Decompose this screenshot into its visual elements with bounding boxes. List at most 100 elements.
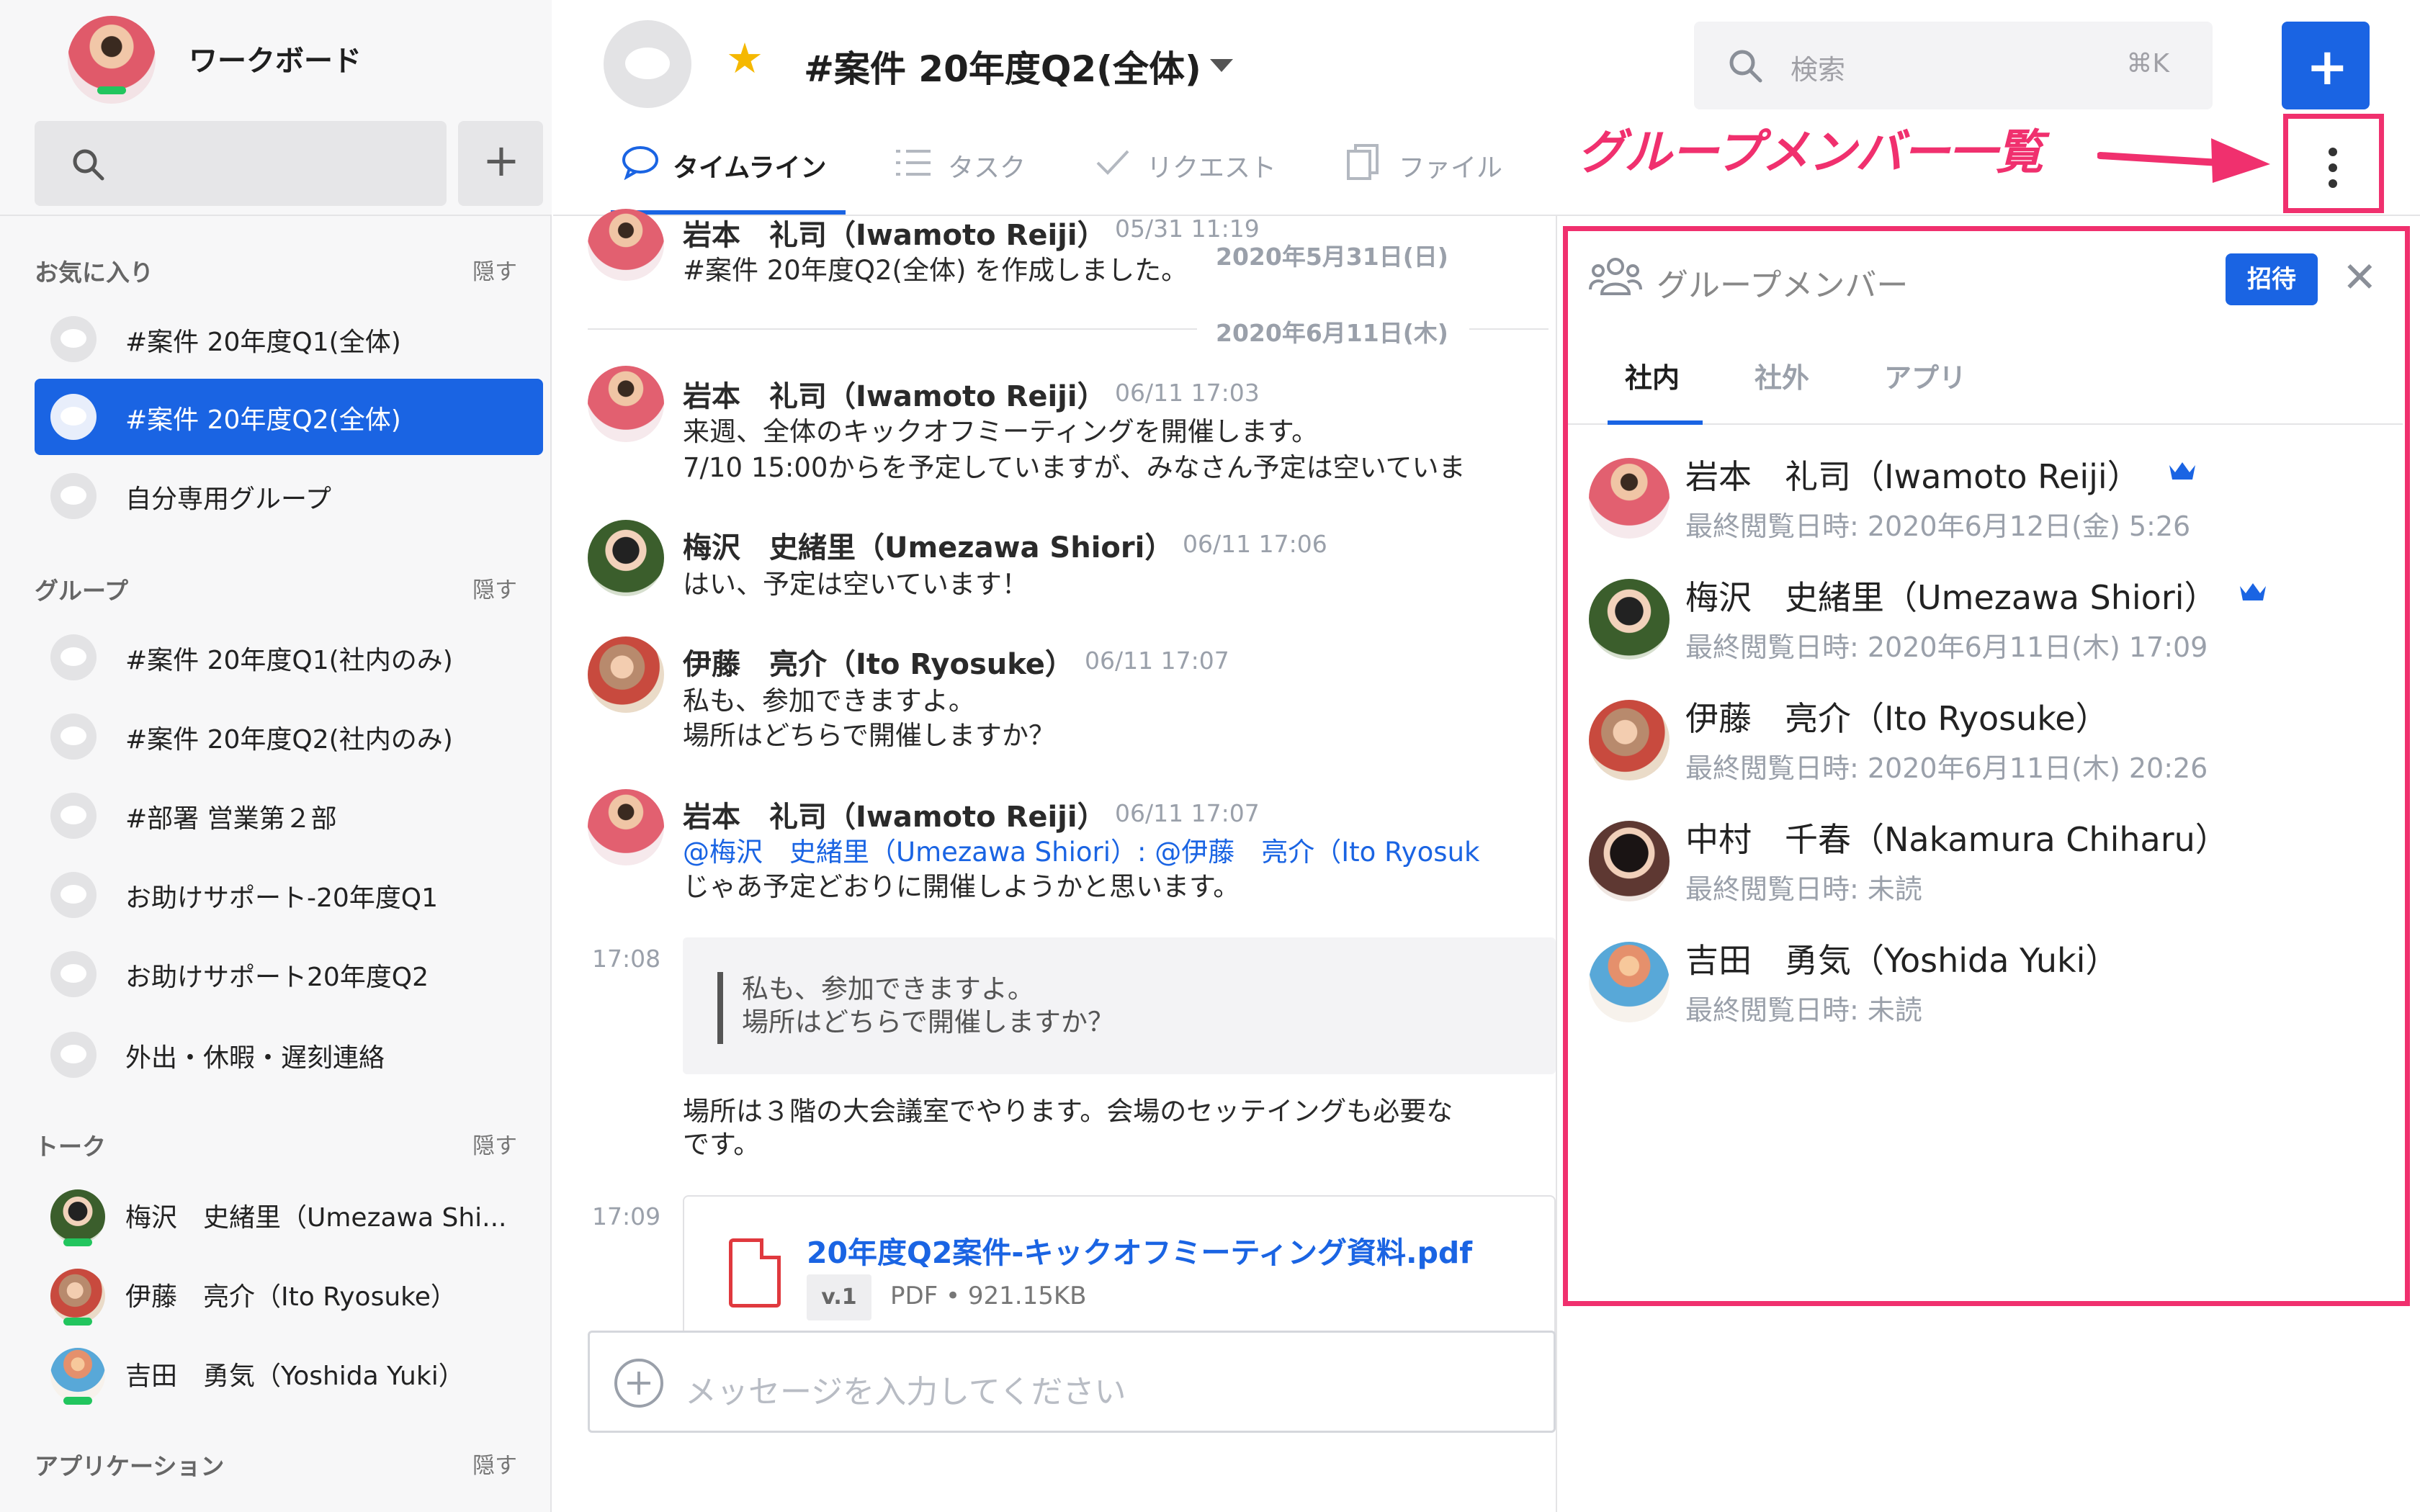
chat-bubble-icon [50,714,97,760]
message-time: 17:08 [592,945,661,973]
avatar [588,366,664,442]
sidebar-search-input[interactable] [35,121,447,206]
message-text: 場所はどちらで開催しますか？ [683,720,1055,751]
check-icon [1096,150,1129,175]
new-button[interactable]: + [2282,22,2370,109]
divider [1469,328,1549,330]
applications-section-label: アプリケーション [35,1452,225,1480]
message-time: 06/11 17:07 [1115,799,1260,827]
sidebar-item-label: 吉田 勇気（Yoshida Yuki） [125,1362,465,1391]
avatar [588,636,664,713]
message-time: 06/11 17:07 [1085,647,1229,675]
file-name[interactable]: 20年度Q2案件-キックオフミーティング資料.pdf [807,1228,1472,1272]
sidebar-item-favorite[interactable]: 自分専用グループ [35,458,543,534]
sidebar-item-group[interactable]: お助けサポート20年度Q2 [35,936,543,1012]
chat-bubble-icon [50,634,97,680]
sidebar-item-label: お助けサポート-20年度Q1 [125,883,439,913]
talks-section-label: トーク [35,1133,106,1161]
sidebar-item-label: 外出・休暇・遅刻連絡 [125,1043,385,1073]
quote-text: 私も、参加できますよ。 [742,973,1034,1004]
online-indicator [97,86,126,94]
talks-hide-link[interactable]: 隠す [472,1128,517,1160]
add-attachment-icon[interactable] [614,1359,663,1408]
sidebar-item-label: #案件 20年度Q2(社内のみ) [125,725,453,755]
file-attachment[interactable]: 20年度Q2案件-キックオフミーティング資料.pdf v.1 PDF • 921… [683,1195,1556,1339]
plus-icon: + [2306,37,2349,96]
sidebar-item-label: 梅沢 史緒里（Umezawa Shi... [125,1203,507,1233]
add-group-button[interactable]: + [458,121,543,206]
quote-text: 場所はどちらで開催しますか？ [742,1007,1114,1038]
avatar [588,209,664,281]
favorites-hide-link[interactable]: 隠す [472,253,517,286]
sidebar-item-group[interactable]: 外出・休暇・遅刻連絡 [35,1017,543,1093]
chat-bubble-icon [50,473,97,519]
sidebar-item-label: #案件 20年度Q1(全体) [125,328,401,357]
tab-label: タスク [948,153,1026,183]
message-text: です。 [683,1129,761,1160]
message-input[interactable]: メッセージを入力してください [588,1331,1556,1433]
date-separator: 2020年6月11日(木) [1216,319,1448,347]
favorites-section-label: お気に入り [35,258,153,287]
sidebar-item-favorite-active[interactable]: #案件 20年度Q2(全体) [35,379,543,455]
sidebar-item-talk[interactable]: 伊藤 亮介（Ito Ryosuke） [35,1256,543,1332]
star-icon[interactable]: ★ [726,37,763,79]
sidebar-item-label: お助けサポート20年度Q2 [125,963,429,992]
sidebar-item-group[interactable]: お助けサポート-20年度Q1 [35,857,543,933]
annotation-highlight-box [1563,226,2410,1306]
sidebar-item-group[interactable]: #案件 20年度Q1(社内のみ) [35,619,543,696]
avatar [50,1269,105,1323]
version-badge: v.1 [807,1274,871,1320]
search-icon [1729,50,1762,83]
chat-bubble-icon [50,872,97,918]
quote-block: 私も、参加できますよ。 場所はどちらで開催しますか？ [683,937,1556,1074]
file-icon [1347,144,1379,180]
pdf-icon [729,1238,781,1308]
message-author: 岩本 礼司（Iwamoto Reiji） [683,380,1106,413]
message-text: 7/10 15:00からを予定していますが、みなさん予定は空いていま [683,452,1466,483]
message-time: 17:09 [592,1202,661,1230]
online-indicator [63,1318,92,1326]
online-indicator [63,1397,92,1405]
message-text: じゃあ予定どおりに開催しようかと思います。 [683,871,1240,902]
chat-bubble-icon [622,146,658,180]
message-time: 06/11 17:06 [1183,530,1327,558]
message-author: 岩本 礼司（Iwamoto Reiji） [683,801,1106,834]
file-meta: PDF • 921.15KB [890,1282,1087,1310]
search-icon [73,149,104,181]
sidebar-item-talk[interactable]: 吉田 勇気（Yoshida Yuki） [35,1335,543,1411]
app-name: ワークボード [189,45,362,78]
groups-hide-link[interactable]: 隠す [472,572,517,604]
avatar [588,520,664,596]
sidebar-header: ワークボード + [0,0,552,216]
search-input[interactable]: 検索 ⌘K [1694,22,2213,109]
sidebar-item-label: #部署 営業第２部 [125,804,337,834]
list-icon [896,150,931,176]
sidebar-item-label: #案件 20年度Q1(社内のみ) [125,646,453,675]
sidebar-item-group[interactable]: #案件 20年度Q2(社内のみ) [35,698,543,775]
avatar [50,1189,105,1244]
date-separator: 2020年5月31日(日) [1216,243,1448,271]
applications-hide-link[interactable]: 隠す [472,1447,517,1480]
chat-bubble-icon [50,793,97,839]
online-indicator [63,1238,92,1246]
sidebar-item-talk[interactable]: 梅沢 史緒里（Umezawa Shi... [35,1176,543,1253]
message-text: #案件 20年度Q2(全体) を作成しました。 [683,255,1188,286]
more-vert-icon [2329,179,2337,188]
sidebar-item-label: 自分専用グループ [125,485,331,514]
channel-title[interactable]: #案件 20年度Q2(全体) [804,40,1201,92]
chat-bubble-icon [50,1032,97,1078]
message-author: 梅沢 史緒里（Umezawa Shiori） [683,531,1174,564]
divider [588,328,1197,330]
search-shortcut: ⌘K [2126,49,2169,78]
more-vert-icon [2329,148,2337,156]
message-mention[interactable]: @梅沢 史緒里（Umezawa Shiori）: @伊藤 亮介（Ito Ryos… [683,835,1479,870]
message-text: 私も、参加できますよ。 [683,685,975,716]
sidebar-item-group[interactable]: #部署 営業第２部 [35,778,543,854]
sidebar-item-favorite[interactable]: #案件 20年度Q1(全体) [35,301,543,377]
chat-bubble-icon [50,316,97,362]
arrow-right-icon [2097,138,2270,183]
message-time: 06/11 17:03 [1115,379,1260,407]
more-options-button[interactable] [2283,114,2384,213]
chevron-down-icon[interactable] [1210,59,1233,72]
message-author: 岩本 礼司（Iwamoto Reiji） [683,219,1106,252]
